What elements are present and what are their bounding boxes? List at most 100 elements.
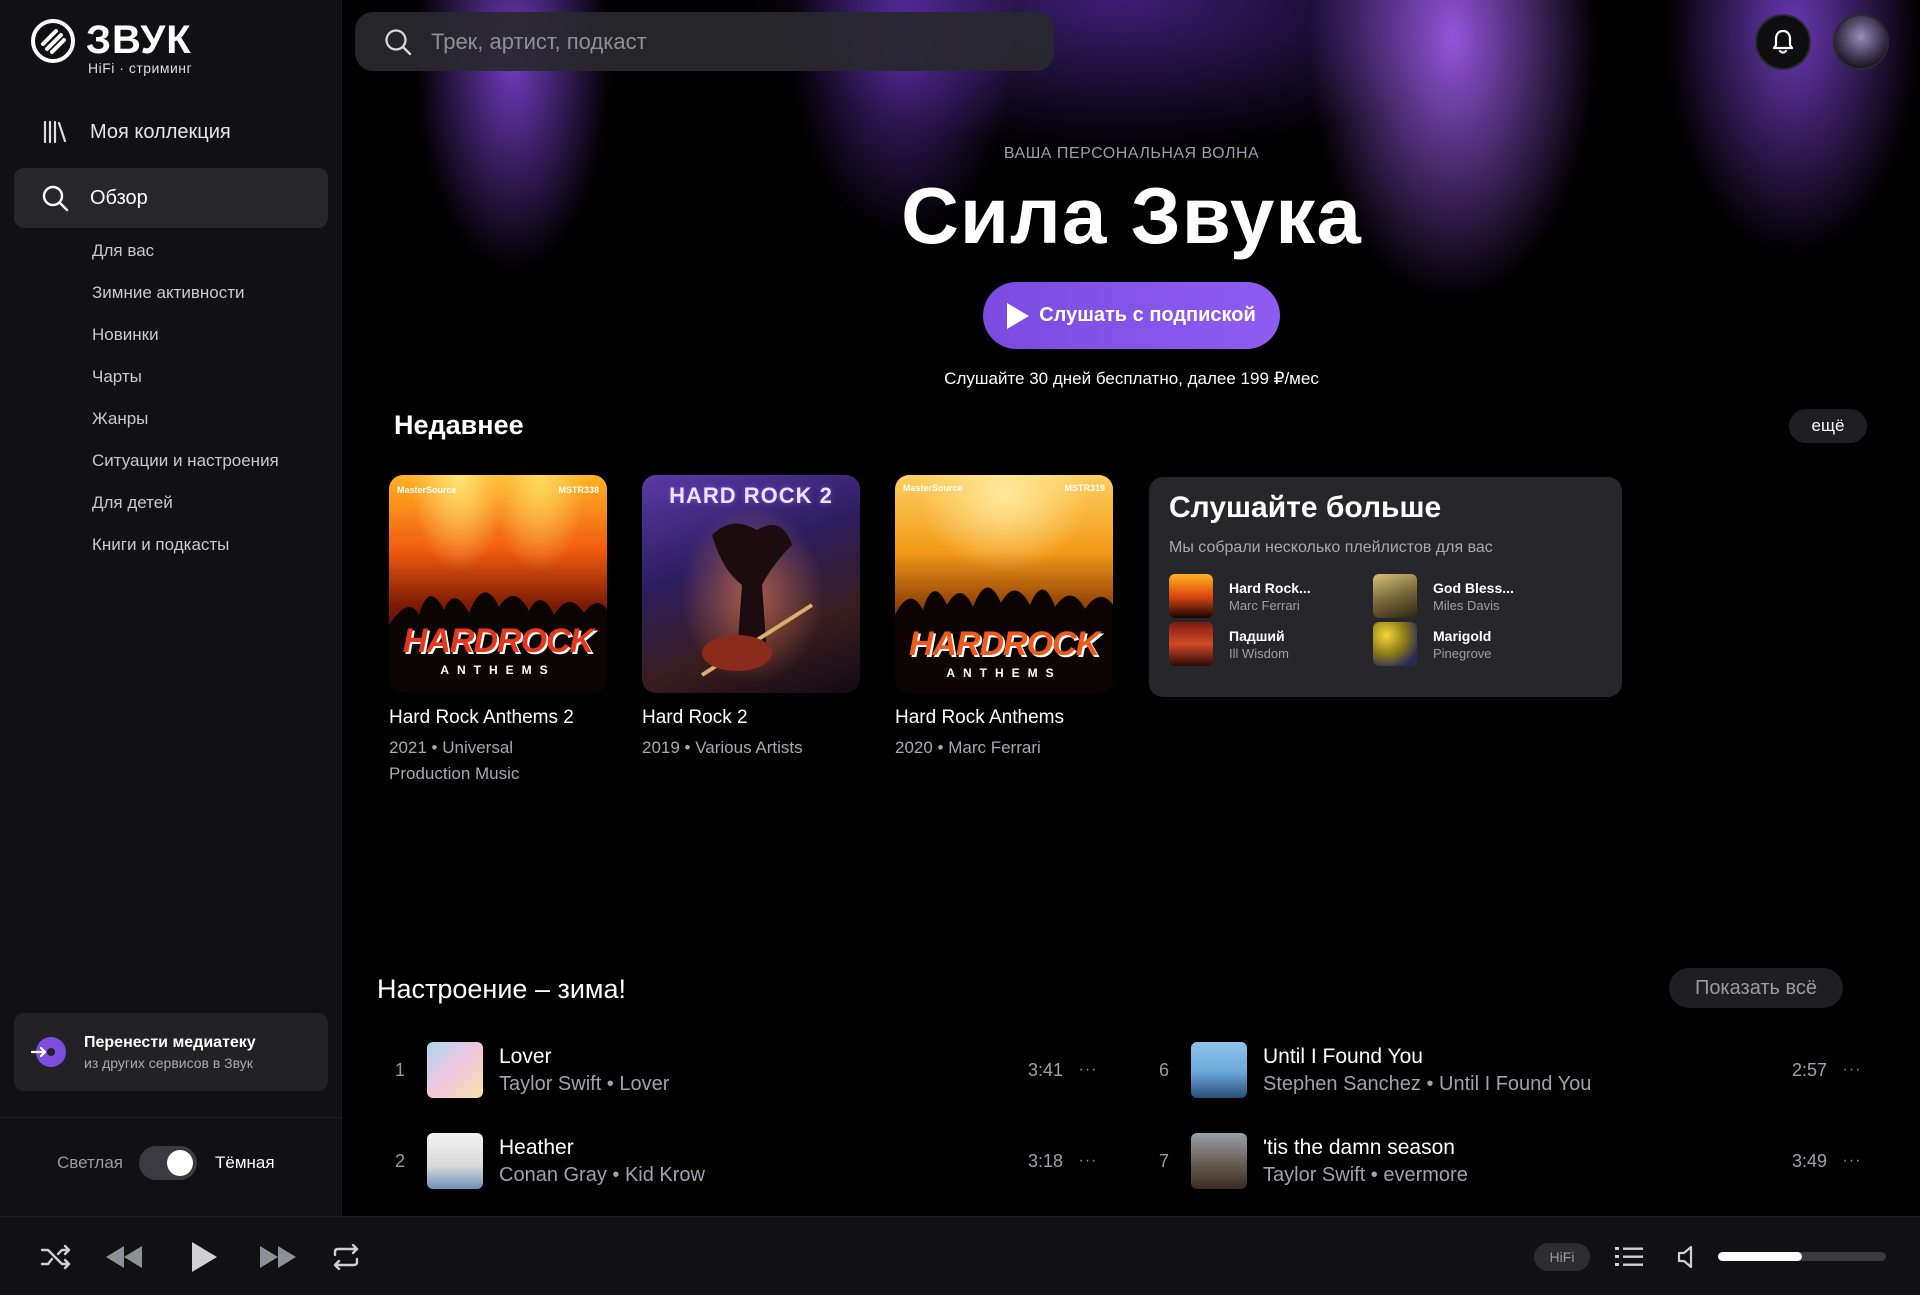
track-duration: 2:57 bbox=[1791, 1059, 1827, 1080]
notifications-button[interactable] bbox=[1755, 14, 1811, 70]
more-options-icon[interactable]: ··· bbox=[1837, 1061, 1867, 1079]
recent-more-button[interactable]: ещё bbox=[1789, 409, 1867, 443]
subscribe-play-button[interactable]: Слушать с подпиской bbox=[983, 282, 1280, 349]
hifi-label: HiFi bbox=[1549, 1249, 1575, 1265]
track-row[interactable]: 2 Heather Conan Gray • Kid Krow 3:18 ··· bbox=[373, 1129, 1103, 1193]
track-number: 1 bbox=[394, 1059, 405, 1080]
cover-title: HARDROCK bbox=[402, 622, 594, 660]
track-row[interactable]: 7 'tis the damn season Taylor Swift • ev… bbox=[1137, 1129, 1867, 1193]
subnav-moods[interactable]: Ситуации и настроения bbox=[92, 440, 279, 482]
theme-dark-label: Тёмная bbox=[215, 1153, 275, 1172]
listen-more-card[interactable]: Слушайте больше Мы собрали несколько пле… bbox=[1149, 477, 1622, 697]
album-title: Hard Rock 2 bbox=[642, 707, 748, 728]
cover-subtitle: ANTHEMS bbox=[946, 666, 1062, 680]
track-row[interactable]: 6 Until I Found You Stephen Sanchez • Un… bbox=[1137, 1038, 1867, 1102]
bell-icon bbox=[1772, 29, 1794, 54]
repeat-icon bbox=[333, 1244, 359, 1270]
album-cover: MasterSource MSTR319 HARDROCK ANTHEMS bbox=[895, 475, 1113, 693]
subnav-charts[interactable]: Чарты bbox=[92, 356, 279, 398]
trial-note: Слушайте 30 дней бесплатно, далее 199 ₽/… bbox=[944, 369, 1319, 388]
play-button[interactable] bbox=[186, 1239, 222, 1275]
track-cover bbox=[427, 1133, 483, 1189]
promo-playlist[interactable]: Marigold Pinegrove bbox=[1373, 622, 1492, 666]
album-subtitle: 2021 • Universal Production Music bbox=[389, 738, 520, 783]
show-all-button[interactable]: Показать всё bbox=[1669, 968, 1843, 1008]
album-cover: MasterSource MSTR338 HARDROCK ANTHEMS bbox=[389, 475, 607, 693]
nav-browse[interactable]: Обзор bbox=[14, 168, 328, 228]
search-bar[interactable] bbox=[355, 12, 1054, 71]
track-artist-album: Taylor Swift • evermore bbox=[1263, 1163, 1468, 1186]
subnav-new-releases[interactable]: Новинки bbox=[92, 314, 279, 356]
queue-button[interactable] bbox=[1614, 1239, 1644, 1275]
subnav-genres[interactable]: Жанры bbox=[92, 398, 279, 440]
subscribe-button-label: Слушать с подпиской bbox=[1039, 304, 1256, 326]
promo-playlist[interactable]: Падший Ill Wisdom bbox=[1169, 622, 1289, 666]
shuffle-button[interactable] bbox=[38, 1239, 74, 1275]
track-artist-album: Conan Gray • Kid Krow bbox=[499, 1163, 705, 1186]
mood-section-title: Настроение – зима! bbox=[377, 974, 626, 1004]
cover-brand: MasterSource bbox=[397, 485, 457, 495]
promo-playlist[interactable]: God Bless... Miles Davis bbox=[1373, 574, 1514, 618]
volume-slider[interactable] bbox=[1718, 1252, 1886, 1261]
cover-tag: MSTR338 bbox=[558, 485, 599, 495]
playlist-artist: Miles Davis bbox=[1433, 597, 1500, 613]
playlist-artist: Ill Wisdom bbox=[1229, 645, 1289, 661]
subnav-books-podcasts[interactable]: Книги и подкасты bbox=[92, 524, 279, 566]
search-icon bbox=[40, 183, 70, 213]
album-card[interactable]: MasterSource MSTR338 HARDROCK ANTHEMS Ha… bbox=[389, 475, 607, 787]
more-options-icon[interactable]: ··· bbox=[1837, 1152, 1867, 1170]
track-title: Heather bbox=[499, 1135, 574, 1159]
hero-title: Сила Звука bbox=[901, 171, 1362, 260]
fast-forward-icon bbox=[260, 1246, 296, 1268]
playlist-artist: Pinegrove bbox=[1433, 645, 1492, 661]
logo[interactable]: ЗВУК HiFi · стриминг bbox=[30, 18, 192, 76]
rewind-icon bbox=[106, 1246, 142, 1268]
subnav-kids[interactable]: Для детей bbox=[92, 482, 279, 524]
queue-list-icon bbox=[1615, 1247, 1643, 1266]
theme-switcher: Светлая Тёмная bbox=[57, 1146, 275, 1180]
album-title: Hard Rock Anthems bbox=[895, 707, 1064, 728]
more-options-icon[interactable]: ··· bbox=[1073, 1152, 1103, 1170]
hero-kicker: ВАША ПЕРСОНАЛЬНАЯ ВОЛНА bbox=[1003, 145, 1260, 162]
playlist-thumb bbox=[1169, 574, 1213, 618]
playlist-name: God Bless... bbox=[1433, 579, 1514, 596]
theme-toggle[interactable] bbox=[139, 1146, 197, 1180]
track-number: 2 bbox=[394, 1150, 405, 1171]
album-subtitle: 2019 • Various Artists bbox=[642, 738, 803, 757]
album-title: Hard Rock Anthems 2 bbox=[389, 707, 574, 728]
track-title: 'tis the damn season bbox=[1263, 1135, 1455, 1159]
track-cover bbox=[1191, 1042, 1247, 1098]
more-options-icon[interactable]: ··· bbox=[1073, 1061, 1103, 1079]
import-disc-icon bbox=[30, 1037, 66, 1067]
migrate-library-banner[interactable]: Перенести медиатеку из других сервисов в… bbox=[14, 1013, 328, 1091]
track-row[interactable]: 1 Lover Taylor Swift • Lover 3:41 ··· bbox=[373, 1038, 1103, 1102]
album-subtitle: 2020 • Marc Ferrari bbox=[895, 738, 1041, 757]
track-number: 6 bbox=[1158, 1059, 1169, 1080]
player-bar: HiFi bbox=[0, 1216, 1920, 1295]
album-card[interactable]: MasterSource MSTR319 HARDROCK ANTHEMS Ha… bbox=[895, 475, 1113, 761]
search-icon bbox=[385, 28, 412, 55]
hifi-quality-badge[interactable]: HiFi bbox=[1534, 1243, 1590, 1271]
play-icon bbox=[192, 1242, 217, 1272]
volume-level bbox=[1718, 1252, 1802, 1261]
track-title: Until I Found You bbox=[1263, 1044, 1423, 1068]
repeat-button[interactable] bbox=[328, 1239, 364, 1275]
promo-playlist[interactable]: Hard Rock... Marc Ferrari bbox=[1169, 574, 1311, 618]
track-number: 7 bbox=[1158, 1150, 1169, 1171]
nav-my-collection[interactable]: Моя коллекция bbox=[14, 102, 328, 162]
search-input[interactable] bbox=[431, 28, 991, 55]
divider bbox=[0, 1117, 342, 1118]
playlist-thumb bbox=[1169, 622, 1213, 666]
user-avatar[interactable] bbox=[1833, 14, 1889, 70]
nav-browse-label: Обзор bbox=[90, 186, 148, 209]
volume-button[interactable] bbox=[1674, 1239, 1704, 1275]
album-card[interactable]: HARD ROCK 2 Hard Rock 2 2019 • Various A… bbox=[642, 475, 860, 761]
previous-button[interactable] bbox=[104, 1239, 144, 1275]
track-duration: 3:18 bbox=[1027, 1150, 1063, 1171]
cover-title: HARD ROCK 2 bbox=[669, 483, 833, 508]
playlist-thumb bbox=[1373, 622, 1417, 666]
next-button[interactable] bbox=[258, 1239, 298, 1275]
theme-light-label: Светлая bbox=[57, 1153, 123, 1172]
subnav-winter-activities[interactable]: Зимние активности bbox=[92, 272, 279, 314]
subnav-for-you[interactable]: Для вас bbox=[92, 230, 279, 272]
